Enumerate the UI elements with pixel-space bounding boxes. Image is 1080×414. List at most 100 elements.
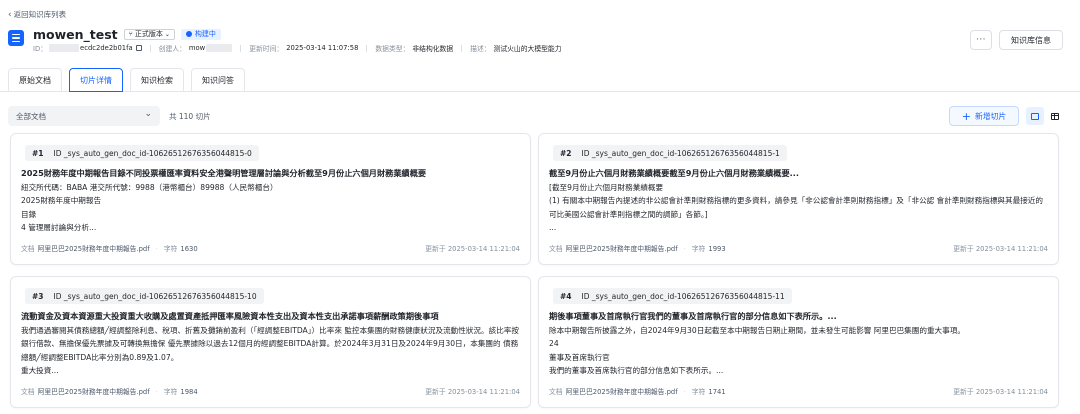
chunk-title: 截至9月份止六個月財務業績概要截至9月份止六個月財務業績概要... bbox=[549, 168, 799, 178]
divider bbox=[461, 44, 463, 52]
plus-icon: + bbox=[961, 109, 972, 123]
tab-original-docs[interactable]: 原始文档 bbox=[8, 68, 62, 92]
updated-label: 更新于 bbox=[953, 388, 974, 396]
add-chunk-button[interactable]: + 新增切片 bbox=[949, 106, 1019, 126]
meta-row: ID： ecdc2de2b01fa 创建人： mow 更新时间： 2025-03… bbox=[33, 43, 562, 53]
doc-label: 文档 bbox=[549, 388, 563, 396]
version-dropdown[interactable]: ⑂ 正式版本 ⌄ bbox=[123, 28, 175, 40]
chunk-total-count: 共 110 切片 bbox=[169, 112, 211, 121]
chunk-footer: 文档 阿里巴巴2025財務年度中期報告.pdf · 字符 1993 更新于 2025-0… bbox=[549, 243, 1048, 253]
chunk-card[interactable]: #3 ID _sys_auto_gen_doc_id-1062651267635… bbox=[10, 276, 531, 408]
chunk-footer: 文档 阿里巴巴2025財務年度中期報告.pdf · 字符 1630 更新于 2025-0… bbox=[21, 243, 520, 253]
chunk-doc-id: ID _sys_auto_gen_doc_id-1062651267635604… bbox=[53, 291, 257, 301]
document-filter-value: 全部文档 bbox=[16, 111, 46, 121]
updated-label: 更新时间： bbox=[249, 45, 284, 53]
status-badge: 构建中 bbox=[180, 28, 221, 40]
description-label: 描述： bbox=[470, 45, 491, 53]
version-label: 正式版本 bbox=[134, 30, 163, 38]
updated-time: 2025-03-14 11:21:04 bbox=[975, 388, 1048, 396]
copy-icon[interactable] bbox=[135, 45, 142, 51]
doc-name: 阿里巴巴2025財務年度中期報告.pdf bbox=[565, 245, 678, 253]
chunk-footer: 文档 阿里巴巴2025財務年度中期報告.pdf · 字符 1741 更新于 2025-0… bbox=[549, 386, 1048, 396]
card-view-icon bbox=[1031, 112, 1039, 120]
chevron-down-icon: ⌄ bbox=[144, 109, 152, 119]
knowledge-base-info-button[interactable]: 知识库信息 bbox=[999, 30, 1063, 50]
chunk-text-line: (1) 有關本中期報告內提述的非公認會計準則財務指標的更多資料，請參見「非公認會… bbox=[549, 196, 1043, 219]
back-link-label: 返回知识库列表 bbox=[13, 10, 67, 19]
chunk-header: #4 ID _sys_auto_gen_doc_id-1062651267635… bbox=[553, 288, 792, 304]
chunk-content: 期後事項董事及首席執行官我們的董事及首席執行官的部分信息如下表所示。... 除本… bbox=[549, 310, 1048, 378]
more-button[interactable]: ··· bbox=[970, 30, 992, 50]
chunk-text-line: 重大投資... bbox=[21, 366, 59, 376]
knowledge-base-icon bbox=[8, 30, 24, 46]
updated-time: 2025-03-14 11:21:04 bbox=[447, 245, 520, 253]
chars-label: 字符 bbox=[163, 388, 178, 396]
redacted-mask bbox=[49, 44, 80, 52]
status-label: 构建中 bbox=[194, 30, 216, 38]
chunk-updated: 更新于 2025-03-14 11:21:04 bbox=[425, 243, 520, 253]
chunk-text-line: 紐交所代碼：BABA 港交所代號：9988（港幣櫃台）89988（人民幣櫃台） bbox=[21, 182, 278, 192]
chevron-down-icon: ⌄ bbox=[164, 30, 170, 38]
chunk-text-line: [截至9月份止六個月財務業績概要 bbox=[549, 182, 664, 192]
doc-name: 阿里巴巴2025財務年度中期報告.pdf bbox=[37, 245, 150, 253]
view-toggle bbox=[1026, 107, 1064, 125]
chars-count: 1984 bbox=[180, 388, 198, 396]
back-to-list-link[interactable]: ‹ 返回知识库列表 bbox=[8, 9, 66, 20]
separator-dot: · bbox=[683, 245, 686, 253]
chunk-text-line: 我們的董事及首席執行官的部分信息如下表所示。... bbox=[549, 366, 724, 376]
chunk-doc-id: ID _sys_auto_gen_doc_id-1062651267635604… bbox=[581, 148, 780, 158]
chars-label: 字符 bbox=[163, 245, 178, 253]
document-filter-select[interactable]: 全部文档 ⌄ bbox=[8, 106, 160, 126]
chunk-number: #1 bbox=[32, 148, 44, 158]
chevron-left-icon: ‹ bbox=[8, 10, 12, 20]
chunk-content: 2025財務年度中期報告目錄不同投票權匯率資料安全港聲明管理層討論與分析截至9月… bbox=[21, 167, 520, 235]
add-chunk-label: 新增切片 bbox=[975, 111, 1007, 121]
doc-name: 阿里巴巴2025財務年度中期報告.pdf bbox=[37, 388, 150, 396]
chunk-footer: 文档 阿里巴巴2025財務年度中期報告.pdf · 字符 1984 更新于 2025-0… bbox=[21, 386, 520, 396]
chunk-header: #1 ID _sys_auto_gen_doc_id-1062651267635… bbox=[25, 145, 259, 161]
doc-label: 文档 bbox=[21, 245, 35, 253]
table-view-button[interactable] bbox=[1046, 107, 1064, 125]
chunk-text-line: 除本中期報告所披露之外，自2024年9月30日起截至本中期報告日期止期間，並未發… bbox=[549, 325, 965, 335]
creator-value: mow bbox=[188, 44, 206, 52]
chunk-title: 流動資金及資本資源重大投資重大收購及處置資產抵押匯率風險資本性支出及資本性支出承… bbox=[21, 311, 439, 321]
updated-value: 2025-03-14 11:07:58 bbox=[286, 44, 359, 52]
chars-count: 1741 bbox=[708, 388, 726, 396]
id-label: ID： bbox=[33, 45, 48, 53]
chunk-number: #2 bbox=[560, 148, 572, 158]
chars-label: 字符 bbox=[691, 388, 706, 396]
data-type-label: 数据类型： bbox=[375, 45, 410, 53]
chunk-text-line: 董事及首席執行官 bbox=[549, 352, 610, 362]
doc-label: 文档 bbox=[549, 245, 563, 253]
chunk-updated: 更新于 2025-03-14 11:21:04 bbox=[953, 243, 1048, 253]
table-view-icon bbox=[1051, 112, 1059, 120]
title-row: mowen_test ⑂ 正式版本 ⌄ 构建中 bbox=[33, 27, 221, 42]
card-view-button[interactable] bbox=[1026, 107, 1044, 125]
status-dot-icon bbox=[185, 31, 192, 37]
data-type-value: 非结构化数据 bbox=[412, 45, 454, 53]
updated-label: 更新于 bbox=[425, 245, 446, 253]
updated-time: 2025-03-14 11:21:04 bbox=[975, 245, 1048, 253]
chunk-card[interactable]: #2 ID _sys_auto_gen_doc_id-1062651267635… bbox=[538, 133, 1059, 265]
id-value: ecdc2de2b01fa bbox=[80, 44, 133, 52]
chars-count: 1993 bbox=[708, 245, 726, 253]
chunk-number: #3 bbox=[32, 291, 44, 301]
creator-label: 创建人： bbox=[158, 45, 186, 53]
separator-dot: · bbox=[155, 245, 158, 253]
tab-knowledge-qa[interactable]: 知识问答 bbox=[191, 68, 245, 92]
doc-label: 文档 bbox=[21, 388, 35, 396]
tab-knowledge-search[interactable]: 知识检索 bbox=[130, 68, 184, 92]
updated-label: 更新于 bbox=[953, 245, 974, 253]
chunk-card[interactable]: #4 ID _sys_auto_gen_doc_id-1062651267635… bbox=[538, 276, 1059, 408]
updated-time: 2025-03-14 11:21:04 bbox=[447, 388, 520, 396]
chunk-content: 截至9月份止六個月財務業績概要截至9月份止六個月財務業績概要... [截至9月份… bbox=[549, 167, 1048, 235]
chunk-text-line: 4 管理層討論與分析... bbox=[21, 223, 97, 233]
chunk-text-line: 目錄 bbox=[21, 209, 37, 219]
tab-chunk-details[interactable]: 切片详情 bbox=[69, 68, 123, 92]
chars-count: 1630 bbox=[180, 245, 198, 253]
chunk-updated: 更新于 2025-03-14 11:21:04 bbox=[425, 386, 520, 396]
description-value: 测试火山的大模型能力 bbox=[493, 45, 562, 53]
chunk-card[interactable]: #1 ID _sys_auto_gen_doc_id-1062651267635… bbox=[10, 133, 531, 265]
toolbar: 全部文档 ⌄ 共 110 切片 + 新增切片 bbox=[8, 106, 1064, 126]
chunk-text-line: 24 bbox=[549, 339, 559, 349]
